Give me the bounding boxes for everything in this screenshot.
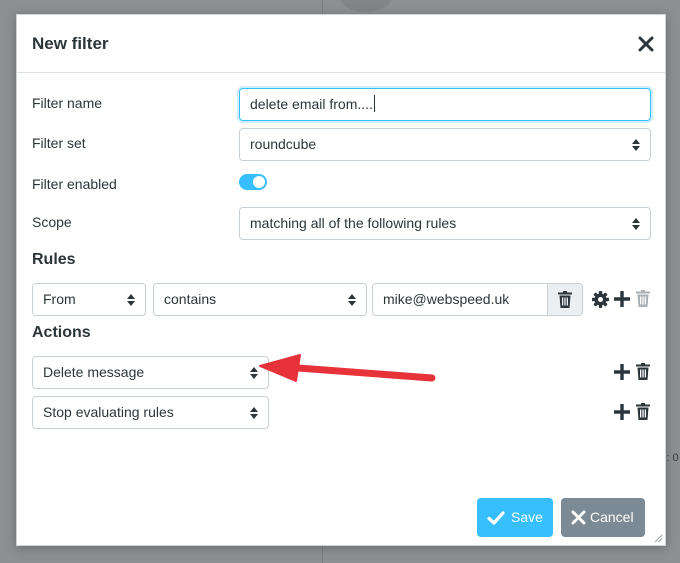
filter-name-value: delete email from.... <box>250 96 373 112</box>
select-arrows-icon <box>632 218 640 230</box>
backdrop-partial-text: l: 0 <box>664 452 679 464</box>
rule-value-text: mike@webspeed.uk <box>383 291 510 307</box>
filter-name-input[interactable]: delete email from.... <box>239 88 651 121</box>
new-filter-dialog: New filter Filter name delete email from… <box>16 14 666 546</box>
scope-value: matching all of the following rules <box>250 215 457 231</box>
scope-select[interactable]: matching all of the following rules <box>239 207 651 240</box>
save-button[interactable]: Save <box>477 498 553 537</box>
check-icon <box>487 511 505 525</box>
select-arrows-icon <box>632 139 640 151</box>
rule-operator-select[interactable]: contains <box>153 283 367 316</box>
resize-grip-icon[interactable] <box>653 533 663 543</box>
rule-operator-value: contains <box>164 291 217 307</box>
action-2-select[interactable]: Stop evaluating rules <box>32 396 269 429</box>
action-2-value: Stop evaluating rules <box>43 404 174 420</box>
x-icon <box>571 510 586 525</box>
plus-icon[interactable] <box>613 403 631 421</box>
close-icon[interactable] <box>636 34 656 54</box>
filter-enabled-label: Filter enabled <box>32 176 117 192</box>
cancel-button[interactable]: Cancel <box>561 498 645 537</box>
filter-enabled-toggle[interactable] <box>239 174 267 190</box>
trash-icon[interactable] <box>636 363 650 380</box>
rule-header-value: From <box>43 291 76 307</box>
save-button-label: Save <box>511 509 543 525</box>
trash-icon[interactable] <box>636 403 650 420</box>
rule-value-delete-button[interactable] <box>547 284 582 315</box>
toggle-knob <box>253 176 265 188</box>
dialog-header: New filter <box>17 15 665 73</box>
trash-icon <box>558 291 572 308</box>
action-1-select[interactable]: Delete message <box>32 356 269 389</box>
select-arrows-icon <box>250 407 258 419</box>
select-arrows-icon <box>348 294 356 306</box>
filter-name-label: Filter name <box>32 95 103 111</box>
actions-title: Actions <box>32 324 91 341</box>
select-arrows-icon <box>250 367 258 379</box>
select-arrows-icon <box>127 294 135 306</box>
scope-label: Scope <box>32 214 72 230</box>
text-cursor <box>373 95 375 113</box>
trash-icon <box>636 290 650 307</box>
gear-icon[interactable] <box>592 291 609 308</box>
backdrop-avatar <box>340 0 392 12</box>
rule-header-select[interactable]: From <box>32 283 146 316</box>
dialog-title: New filter <box>32 34 109 53</box>
plus-icon[interactable] <box>613 290 631 308</box>
action-1-value: Delete message <box>43 364 145 380</box>
plus-icon[interactable] <box>613 363 631 381</box>
rules-title: Rules <box>32 251 76 268</box>
cancel-button-label: Cancel <box>590 509 634 525</box>
filter-set-select[interactable]: roundcube <box>239 128 651 161</box>
filter-set-label: Filter set <box>32 135 86 151</box>
filter-set-value: roundcube <box>250 136 317 152</box>
rule-value-input[interactable]: mike@webspeed.uk <box>372 283 583 316</box>
